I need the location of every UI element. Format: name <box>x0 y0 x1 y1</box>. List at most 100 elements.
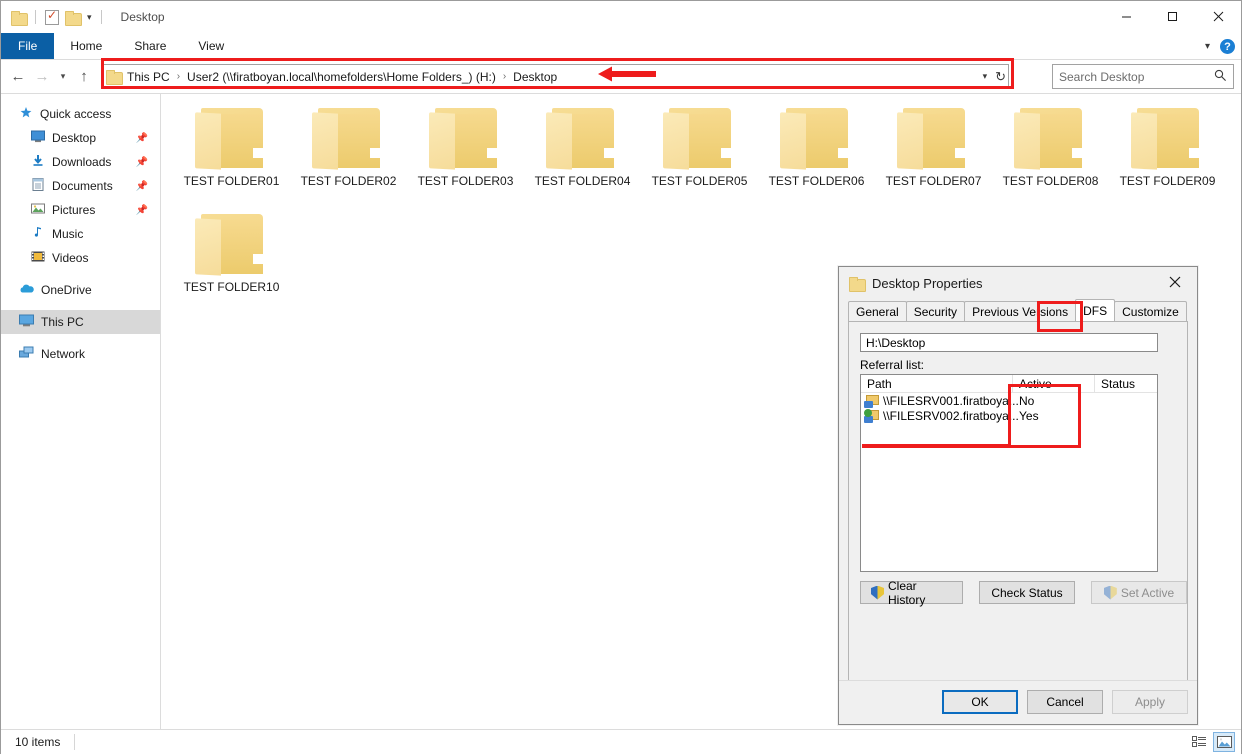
cell-path: \\FILESRV001.firatboya... <box>861 394 1019 408</box>
pin-icon[interactable]: 📌 <box>136 133 148 144</box>
folder-icon <box>662 108 737 170</box>
search-input[interactable]: Search Desktop <box>1052 64 1234 89</box>
folder-icon <box>1130 108 1205 170</box>
network-icon <box>19 346 34 362</box>
list-item[interactable]: TEST FOLDER06 <box>758 108 875 214</box>
sidebar-item-pictures[interactable]: Pictures 📌 <box>1 198 160 222</box>
sidebar-item-desktop[interactable]: Desktop 📌 <box>1 126 160 150</box>
sidebar-item-documents[interactable]: Documents 📌 <box>1 174 160 198</box>
sidebar-label-videos: Videos <box>52 251 89 265</box>
sidebar-item-videos[interactable]: Videos <box>1 246 160 270</box>
annotation-referral-underline <box>862 444 1009 448</box>
forward-arrow-icon[interactable]: → <box>31 66 53 88</box>
column-header-path[interactable]: Path <box>861 375 1013 392</box>
breadcrumb-user-drive[interactable]: User2 (\\firatboyan.local\homefolders\Ho… <box>185 70 498 84</box>
table-row[interactable]: \\FILESRV002.firatboya... Yes <box>861 408 1157 423</box>
referral-list[interactable]: Path Active Status \\FILESRV001.firatboy… <box>860 374 1158 572</box>
address-bar[interactable]: This PC › User2 (\\firatboyan.local\home… <box>101 64 1009 89</box>
large-icons-view-icon[interactable] <box>1213 732 1235 752</box>
pin-icon[interactable]: 📌 <box>136 205 148 216</box>
pin-icon[interactable]: 📌 <box>136 157 148 168</box>
column-header-status[interactable]: Status <box>1095 375 1149 392</box>
check-status-button[interactable]: Check Status <box>979 581 1075 604</box>
ok-button[interactable]: OK <box>942 690 1018 714</box>
sidebar-item-music[interactable]: Music <box>1 222 160 246</box>
ribbon-tab-share[interactable]: Share <box>118 33 182 59</box>
file-name: TEST FOLDER08 <box>1002 174 1099 188</box>
dfs-path-field[interactable]: H:\Desktop <box>860 333 1158 352</box>
shared-folder-icon <box>864 394 880 408</box>
refresh-icon[interactable]: ↻ <box>995 69 1006 85</box>
list-item[interactable]: TEST FOLDER04 <box>524 108 641 214</box>
close-icon[interactable] <box>1153 267 1197 297</box>
list-item[interactable]: TEST FOLDER02 <box>290 108 407 214</box>
breadcrumb[interactable]: This PC › User2 (\\firatboyan.local\home… <box>101 64 1009 89</box>
sidebar-item-this-pc[interactable]: This PC <box>1 310 160 334</box>
sidebar-label-downloads: Downloads <box>52 155 112 169</box>
ribbon-tab-home[interactable]: Home <box>54 33 118 59</box>
folder-icon[interactable] <box>11 10 28 26</box>
up-arrow-icon[interactable]: ↑ <box>73 66 95 88</box>
cancel-button[interactable]: Cancel <box>1027 690 1103 714</box>
status-divider <box>74 734 76 750</box>
title-bar: ▾ Desktop <box>1 1 1241 33</box>
back-arrow-icon[interactable]: ← <box>7 66 29 88</box>
pin-icon[interactable]: 📌 <box>136 181 148 192</box>
properties-icon[interactable] <box>45 8 59 25</box>
new-folder-icon[interactable] <box>65 10 82 26</box>
list-item[interactable]: TEST FOLDER03 <box>407 108 524 214</box>
referral-path-text: \\FILESRV002.firatboya... <box>883 408 1019 423</box>
tab-security[interactable]: Security <box>905 301 966 321</box>
list-item[interactable]: TEST FOLDER05 <box>641 108 758 214</box>
tab-dfs[interactable]: DFS <box>1075 299 1116 321</box>
tab-previous-versions[interactable]: Previous Versions <box>964 301 1077 321</box>
breadcrumb-desktop[interactable]: Desktop <box>511 70 559 84</box>
sidebar-item-network[interactable]: Network <box>1 342 160 366</box>
maximize-icon[interactable] <box>1149 1 1195 31</box>
list-item[interactable]: TEST FOLDER07 <box>875 108 992 214</box>
sidebar-label-network: Network <box>41 347 86 361</box>
tab-customize[interactable]: Customize <box>1114 301 1187 321</box>
folder-icon <box>428 108 503 170</box>
search-icon[interactable] <box>1214 69 1227 85</box>
breadcrumb-this-pc[interactable]: This PC <box>125 70 172 84</box>
tab-general[interactable]: General <box>848 301 907 321</box>
list-item[interactable]: TEST FOLDER08 <box>992 108 1109 214</box>
sidebar-item-quick-access[interactable]: Quick access <box>1 102 160 126</box>
cell-active: No <box>1019 393 1035 408</box>
clear-history-button[interactable]: Clear History <box>860 579 963 607</box>
file-name: TEST FOLDER09 <box>1119 174 1216 188</box>
dialog-footer: OK Cancel Apply <box>839 680 1197 724</box>
ribbon-tab-file[interactable]: File <box>1 33 55 59</box>
chevron-down-icon[interactable]: ▾ <box>1205 41 1210 52</box>
file-name: TEST FOLDER06 <box>768 174 865 188</box>
sidebar-item-onedrive[interactable]: OneDrive <box>1 278 160 302</box>
onedrive-icon <box>19 283 34 297</box>
list-item[interactable]: TEST FOLDER01 <box>173 108 290 214</box>
referral-list-header: Path Active Status <box>861 375 1157 393</box>
sidebar-item-downloads[interactable]: Downloads 📌 <box>1 150 160 174</box>
dfs-tab-panel: H:\Desktop Referral list: Path Active St… <box>848 321 1188 717</box>
file-name: TEST FOLDER04 <box>534 174 631 188</box>
chevron-down-icon[interactable]: ▾ <box>87 12 92 23</box>
dialog-title: Desktop Properties <box>872 276 983 291</box>
column-header-active[interactable]: Active <box>1013 375 1095 392</box>
ribbon-tab-view[interactable]: View <box>182 33 240 59</box>
quick-access-toolbar: ▾ Desktop <box>1 8 165 26</box>
table-row[interactable]: \\FILESRV001.firatboya... No <box>861 393 1157 408</box>
recent-locations-icon[interactable]: ▾ <box>55 66 71 88</box>
help-icon[interactable]: ? <box>1220 39 1235 54</box>
list-item[interactable]: TEST FOLDER10 <box>173 214 290 320</box>
details-view-icon[interactable] <box>1188 732 1210 752</box>
chevron-down-icon[interactable]: ▾ <box>983 71 988 82</box>
list-item[interactable]: TEST FOLDER09 <box>1109 108 1226 214</box>
breadcrumb-separator-2: › <box>502 71 507 82</box>
sidebar-label-music: Music <box>52 227 84 241</box>
minimize-icon[interactable] <box>1103 1 1149 31</box>
close-icon[interactable] <box>1195 1 1241 31</box>
sidebar-label-pictures: Pictures <box>52 203 96 217</box>
set-active-label: Set Active <box>1120 585 1175 600</box>
apply-button: Apply <box>1112 690 1188 714</box>
